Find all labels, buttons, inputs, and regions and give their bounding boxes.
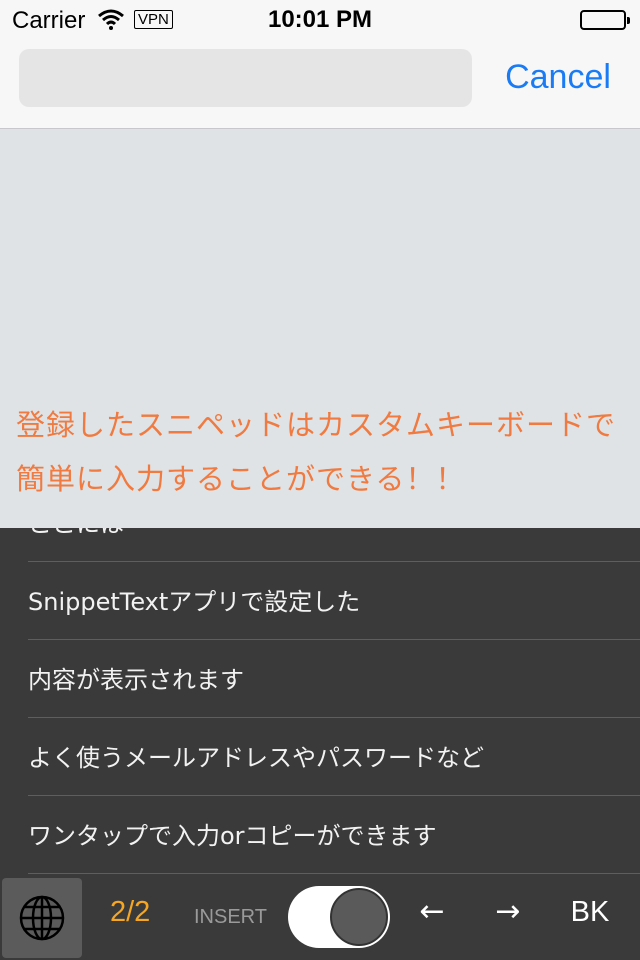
keyboard-toolbar: 2/2 INSERT ← → BK (0, 876, 640, 960)
snippet-list: ここには SnippetTextアプリで設定した 内容が表示されます よく使うメ… (0, 528, 640, 874)
globe-button[interactable] (2, 878, 82, 958)
content-area: 登録したスニペッドはカスタムキーボードで 簡単に入力することができる！！ (0, 130, 640, 528)
snippet-item[interactable]: ワンタップで入力orコピーができます (28, 796, 640, 874)
insert-label: INSERT (194, 906, 267, 928)
promo-line-2: 簡単に入力することができる！！ (16, 462, 466, 496)
status-time: 10:01 PM (267, 6, 373, 33)
snippet-item[interactable]: ここには (28, 528, 640, 562)
battery-icon (580, 10, 630, 30)
toggle-knob (330, 888, 388, 946)
search-header: Cancel (0, 40, 640, 129)
page-indicator: 2/2 (110, 896, 151, 928)
insert-toggle[interactable] (288, 886, 390, 948)
promo-text: 登録したスニペッドはカスタムキーボードで 簡単に入力することができる！！ (16, 398, 626, 506)
cursor-left-button[interactable]: ← (412, 894, 452, 929)
snippet-keyboard: ここには SnippetTextアプリで設定した 内容が表示されます よく使うメ… (0, 528, 640, 960)
snippet-item[interactable]: 内容が表示されます (28, 640, 640, 718)
status-bar: Carrier VPN 10:01 PM (0, 0, 640, 40)
search-input[interactable] (19, 49, 472, 107)
promo-line-1: 登録したスニペッドはカスタムキーボードで (16, 408, 617, 442)
backspace-button[interactable]: BK (560, 896, 620, 929)
cursor-right-button[interactable]: → (488, 894, 528, 929)
snippet-item[interactable]: よく使うメールアドレスやパスワードなど (28, 718, 640, 796)
cancel-button[interactable]: Cancel (490, 54, 626, 100)
globe-icon (19, 895, 65, 941)
snippet-item[interactable]: SnippetTextアプリで設定した (28, 562, 640, 640)
